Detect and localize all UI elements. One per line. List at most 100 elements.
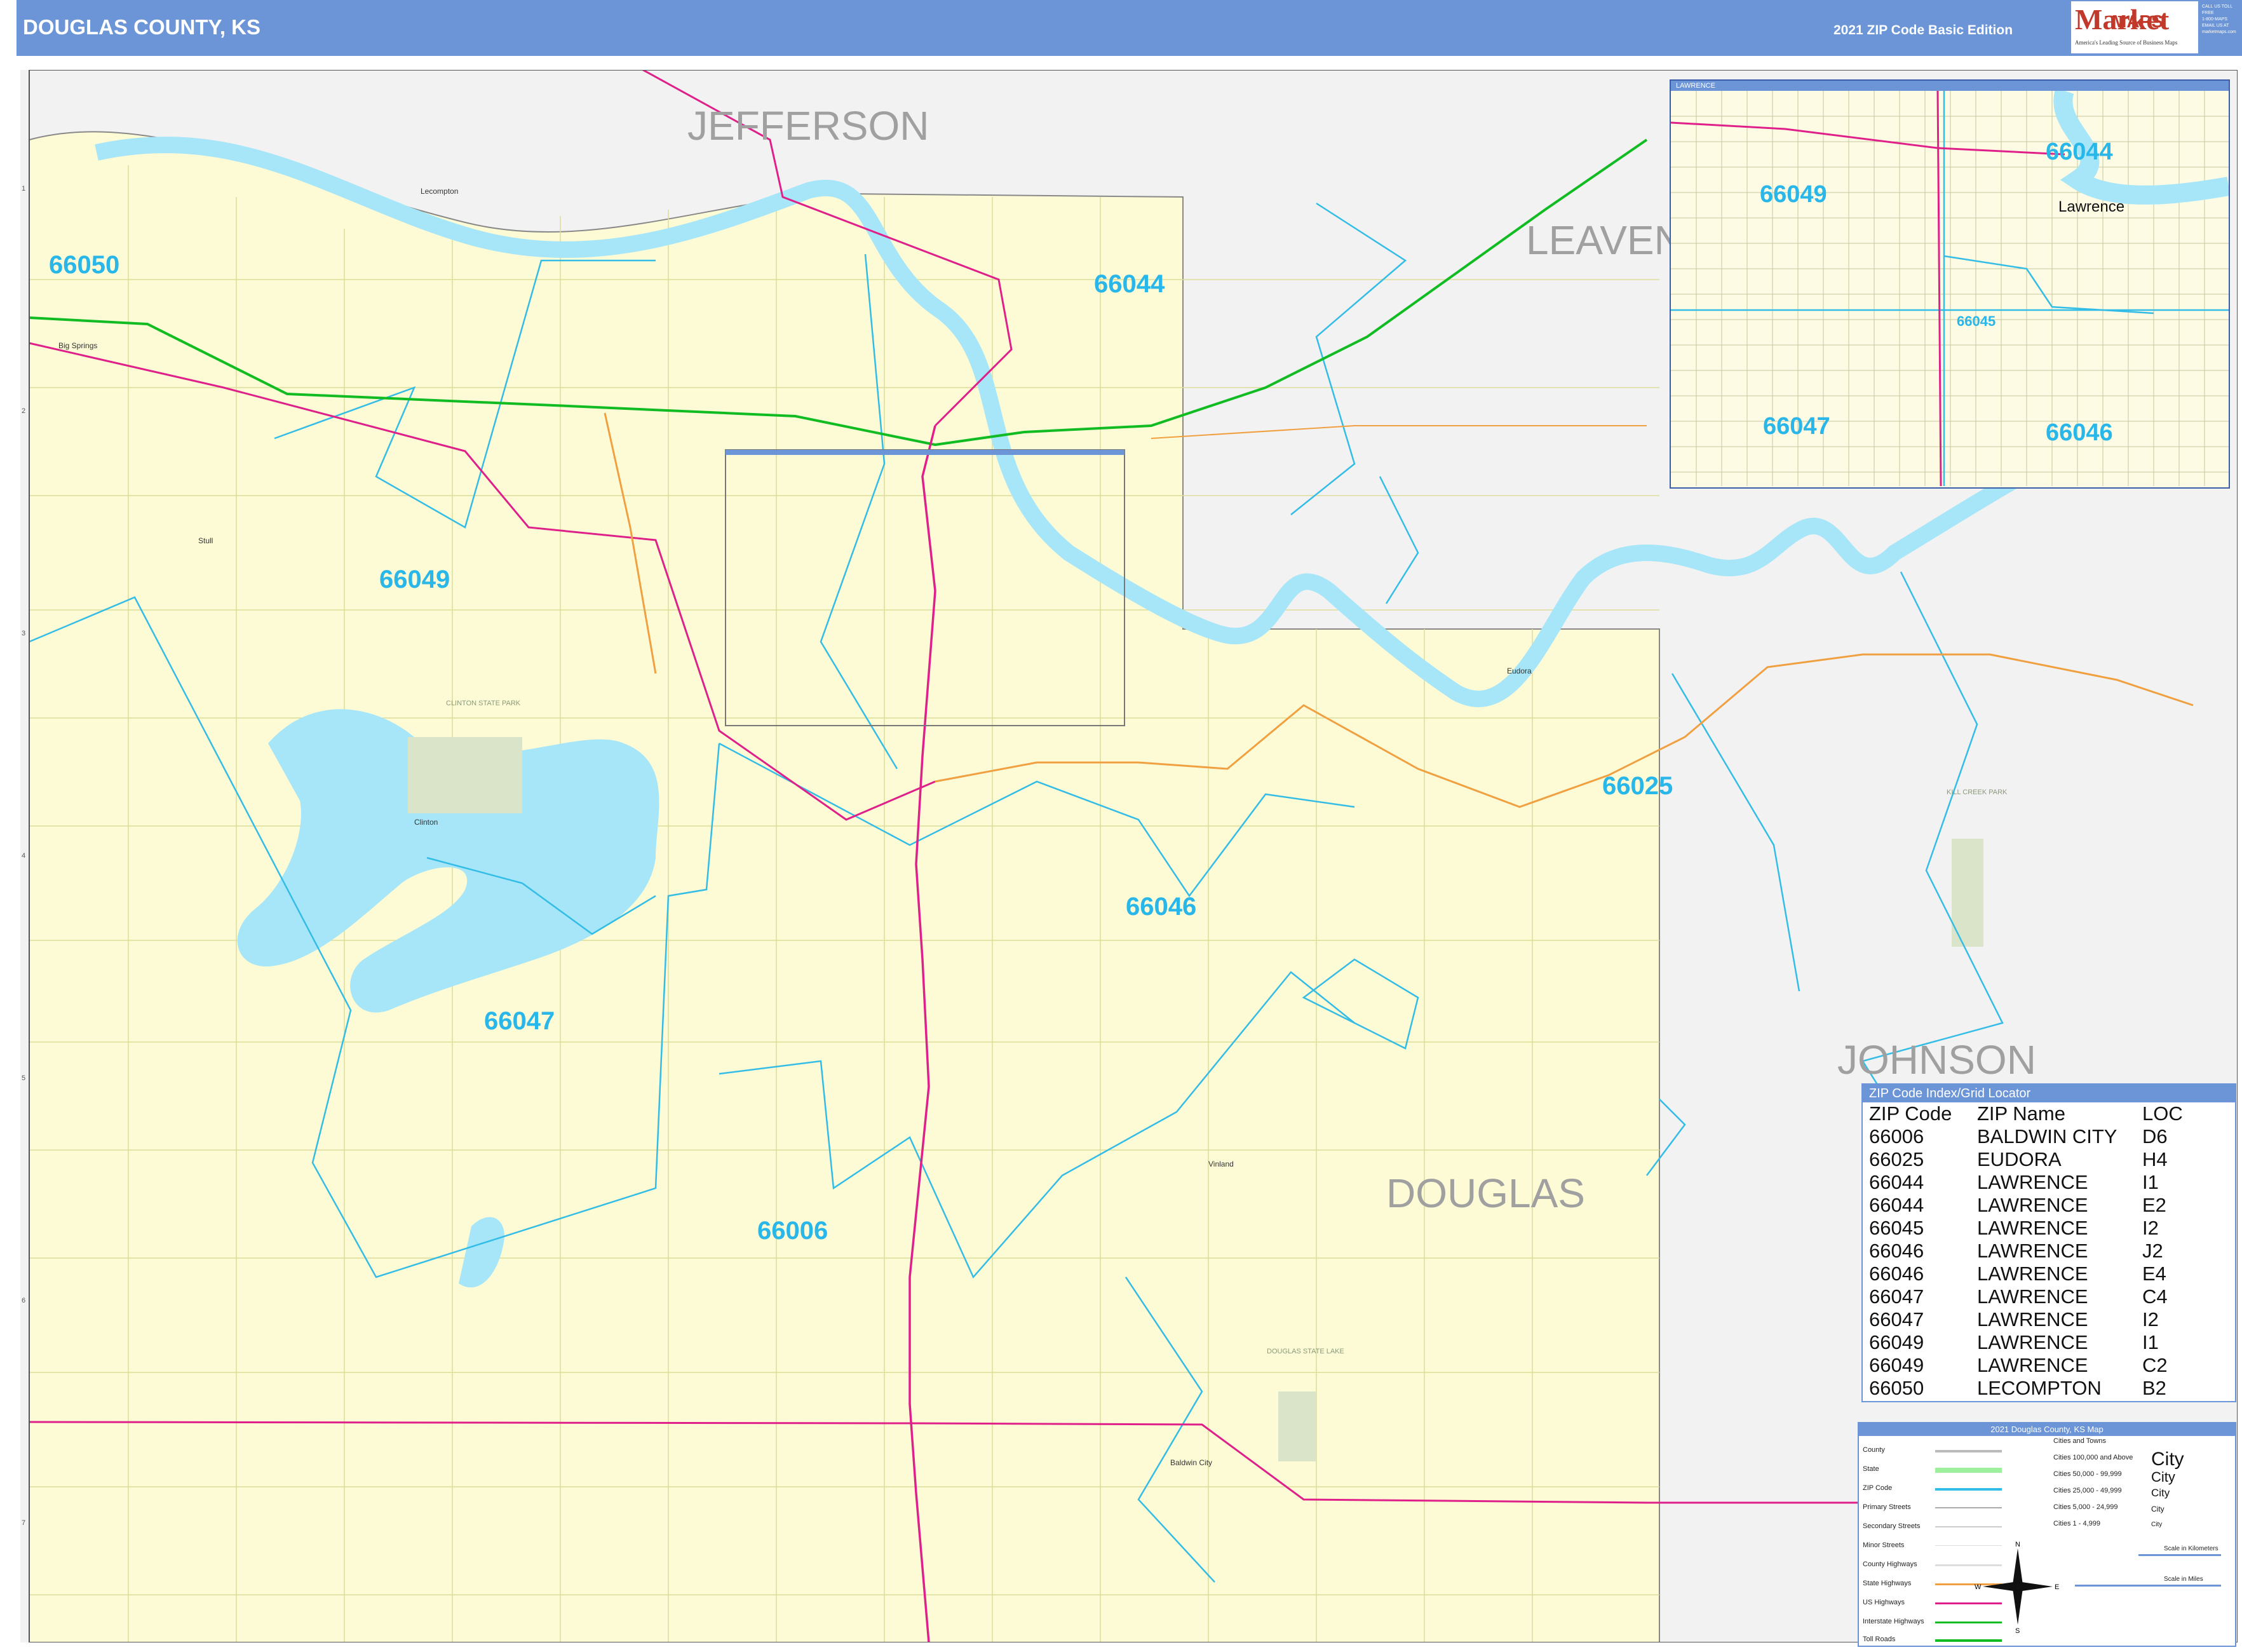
legend-symbol-primary xyxy=(1935,1507,2002,1508)
locator-box-header xyxy=(726,450,1124,455)
legend-interstate-highways: Interstate Highways xyxy=(1863,1618,1924,1625)
zip-label-66050: 66050 xyxy=(49,251,119,279)
county-label-jefferson: JEFFERSON xyxy=(687,103,929,149)
zip-label-66046: 66046 xyxy=(1126,893,1196,921)
legend-state: State xyxy=(1863,1465,1879,1473)
scale-km-bar xyxy=(2138,1554,2221,1556)
loc-cell: B2 xyxy=(2142,1377,2166,1399)
legend-city-sample-4: City xyxy=(2151,1505,2164,1513)
lawrence-inset[interactable]: LAWRENCE 66044 66049 66045 66047 66046 L… xyxy=(1670,79,2231,489)
legend-symbol-county xyxy=(1935,1450,2002,1452)
legend-symbol-secondary xyxy=(1935,1526,2002,1527)
park-label-douglas-lake: DOUGLAS STATE LAKE xyxy=(1267,1348,1344,1355)
legend-symbol-zip xyxy=(1935,1488,2002,1491)
scale-km-label: Scale in Kilometers xyxy=(2164,1545,2218,1552)
col-loc: LOC xyxy=(2142,1102,2183,1125)
zip-index-row: 66044 LAWRENCE I1 xyxy=(1869,1171,2218,1194)
contact-line: marketmaps.com xyxy=(2202,30,2236,34)
zip-name-cell: LAWRENCE xyxy=(1977,1171,2088,1193)
zip-name-cell: LAWRENCE xyxy=(1977,1285,2088,1308)
zip-index-title: ZIP Code Index/Grid Locator xyxy=(1863,1085,2235,1102)
loc-cell: H4 xyxy=(2142,1148,2168,1170)
compass-e: E xyxy=(2055,1583,2059,1591)
grid-row-4: 4 xyxy=(22,852,25,860)
grid-row-3: 3 xyxy=(22,630,25,637)
zip-index-row: 66046 LAWRENCE E4 xyxy=(1869,1263,2218,1285)
legend-title: 2021 Douglas County, KS Map xyxy=(1859,1423,2235,1436)
loc-cell: C4 xyxy=(2142,1285,2168,1308)
grid-row-7: 7 xyxy=(22,1519,25,1527)
zip-label-66044: 66044 xyxy=(1094,270,1165,298)
col-zip-name: ZIP Name xyxy=(1977,1102,2065,1125)
park-label-kill-creek: KILL CREEK PARK xyxy=(1947,789,2008,796)
zip-index-row: 66006 BALDWIN CITY D6 xyxy=(1869,1125,2218,1148)
loc-cell: C2 xyxy=(2142,1354,2168,1376)
legend-us-highways: US Highways xyxy=(1863,1599,1905,1606)
legend-city-class-5: Cities 1 - 4,999 xyxy=(2053,1520,2100,1527)
col-zip-code: ZIP Code xyxy=(1869,1102,1952,1125)
legend-city-class-2: Cities 50,000 - 99,999 xyxy=(2053,1470,2122,1478)
zip-index-row: 66050 LECOMPTON B2 xyxy=(1869,1377,2218,1400)
market-maps-logo[interactable]: Market MAPS America's Leading Source of … xyxy=(2071,1,2198,53)
loc-cell: I1 xyxy=(2142,1331,2159,1353)
loc-cell: I2 xyxy=(2142,1308,2159,1330)
inset-background xyxy=(1671,91,2229,486)
grid-row-5: 5 xyxy=(22,1074,25,1082)
legend-cities-title: Cities and Towns xyxy=(2053,1437,2106,1445)
legend-city-class-1: Cities 100,000 and Above xyxy=(2053,1454,2133,1461)
zip-name-cell: LAWRENCE xyxy=(1977,1308,2088,1330)
zip-name-cell: LAWRENCE xyxy=(1977,1331,2088,1353)
map-title: DOUGLAS COUNTY, KS xyxy=(23,15,261,39)
zip-label-66047: 66047 xyxy=(484,1007,555,1035)
legend-minor-streets: Minor Streets xyxy=(1863,1541,1905,1549)
county-label-douglas: DOUGLAS xyxy=(1386,1170,1585,1216)
zip-name-cell: LAWRENCE xyxy=(1977,1217,2088,1239)
zip-code-cell: 66049 xyxy=(1869,1354,1924,1376)
zip-name-cell: LAWRENCE xyxy=(1977,1194,2088,1216)
logo-maps: MAPS xyxy=(2112,11,2163,31)
zip-name-cell: EUDORA xyxy=(1977,1148,2062,1170)
logo-tagline: America's Leading Source of Business Map… xyxy=(2075,39,2178,46)
place-label-vinland: Vinland xyxy=(1208,1160,1234,1168)
inset-zip-66045: 66045 xyxy=(1957,313,1996,329)
place-label-stull: Stull xyxy=(198,536,213,545)
loc-cell: D6 xyxy=(2142,1125,2168,1148)
edition-label: 2021 ZIP Code Basic Edition xyxy=(1833,23,2013,37)
zip-index-row: 66044 LAWRENCE E2 xyxy=(1869,1194,2218,1217)
compass-west-arrow xyxy=(1983,1581,2023,1592)
grid-row-1: 1 xyxy=(22,185,25,193)
legend-secondary-streets: Secondary Streets xyxy=(1863,1522,1921,1530)
legend-symbol-state xyxy=(1935,1468,2002,1473)
loc-cell: E2 xyxy=(2142,1194,2166,1216)
loc-cell: I1 xyxy=(2142,1171,2159,1193)
zip-label-66025: 66025 xyxy=(1602,772,1673,800)
loc-cell: J2 xyxy=(2142,1240,2163,1262)
place-label-clinton: Clinton xyxy=(414,818,438,827)
map-header: DOUGLAS COUNTY, KS 2021 ZIP Code Basic E… xyxy=(17,0,2242,56)
zip-index-header-row: ZIP Code ZIP Name LOC xyxy=(1869,1102,2218,1125)
zip-code-cell: 66006 xyxy=(1869,1125,1924,1148)
zip-index-row: 66045 LAWRENCE I2 xyxy=(1869,1217,2218,1240)
zip-index-row: 66046 LAWRENCE J2 xyxy=(1869,1240,2218,1263)
clinton-state-park-area xyxy=(408,737,522,813)
zip-code-cell: 66046 xyxy=(1869,1240,1924,1262)
compass-rose: N S E W xyxy=(1975,1541,2059,1634)
inset-zip-66046: 66046 xyxy=(2046,419,2113,446)
zip-code-cell: 66044 xyxy=(1869,1171,1924,1193)
zip-code-cell: 66047 xyxy=(1869,1308,1924,1330)
scale-mi-label: Scale in Miles xyxy=(2164,1576,2203,1583)
inset-zip-66044: 66044 xyxy=(2046,139,2113,165)
legend-primary-streets: Primary Streets xyxy=(1863,1503,1911,1511)
zip-code-cell: 66025 xyxy=(1869,1148,1924,1170)
place-label-lecompton: Lecompton xyxy=(421,187,458,196)
contact-line: CALL US TOLL FREE xyxy=(2202,4,2232,15)
legend-symbol-toll xyxy=(1935,1639,2002,1642)
grid-row-6: 6 xyxy=(22,1297,25,1304)
compass-w: W xyxy=(1975,1583,1982,1591)
compass-n: N xyxy=(2015,1541,2020,1548)
zip-name-cell: LAWRENCE xyxy=(1977,1354,2088,1376)
contact-line: EMAIL US AT xyxy=(2202,24,2229,28)
contact-info: CALL US TOLL FREE 1-800-MAPS EMAIL US AT… xyxy=(2202,4,2240,36)
contact-line: 1-800-MAPS xyxy=(2202,17,2228,22)
legend-toll-roads: Toll Roads xyxy=(1863,1635,1896,1643)
